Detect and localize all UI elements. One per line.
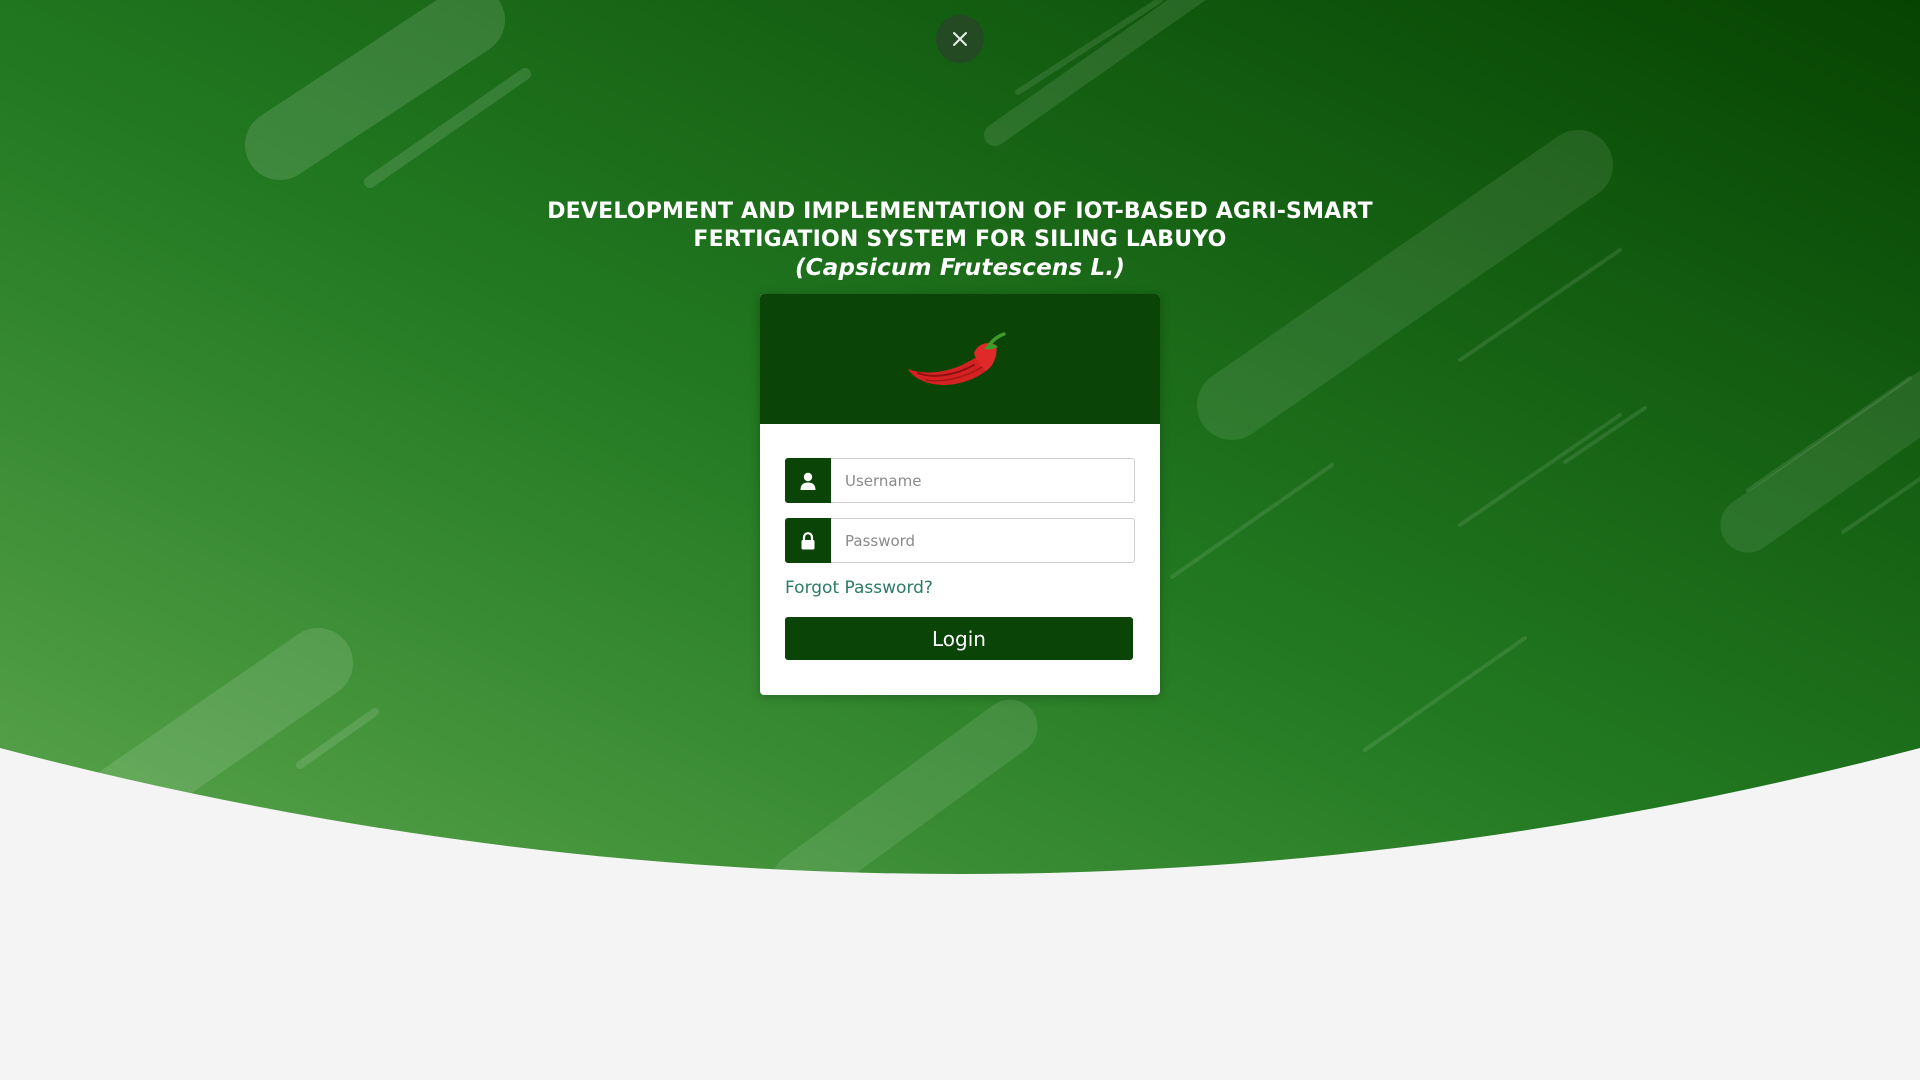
- login-form: Forgot Password? Login: [760, 424, 1160, 660]
- username-field: [785, 458, 1135, 503]
- close-icon: [953, 32, 967, 46]
- username-addon: [785, 458, 831, 503]
- close-button[interactable]: [936, 15, 984, 63]
- login-card-header: [760, 294, 1160, 424]
- login-page: DEVELOPMENT AND IMPLEMENTATION OF IOT-BA…: [0, 0, 1920, 1080]
- forgot-password-link[interactable]: Forgot Password?: [785, 578, 933, 598]
- username-input[interactable]: [831, 458, 1135, 503]
- password-addon: [785, 518, 831, 563]
- page-title: DEVELOPMENT AND IMPLEMENTATION OF IOT-BA…: [460, 198, 1460, 282]
- title-line-2: FERTIGATION SYSTEM FOR SILING LABUYO: [693, 227, 1227, 252]
- scientific-name: (Capsicum Frutescens L.): [794, 255, 1126, 281]
- lock-icon: [801, 531, 815, 549]
- user-icon: [800, 472, 816, 490]
- password-field: [785, 518, 1135, 563]
- password-input[interactable]: [831, 518, 1135, 563]
- login-card: Forgot Password? Login: [760, 294, 1160, 695]
- login-button[interactable]: Login: [785, 617, 1133, 660]
- title-line-1: DEVELOPMENT AND IMPLEMENTATION OF IOT-BA…: [547, 199, 1373, 224]
- chili-pepper-icon: [908, 332, 1006, 385]
